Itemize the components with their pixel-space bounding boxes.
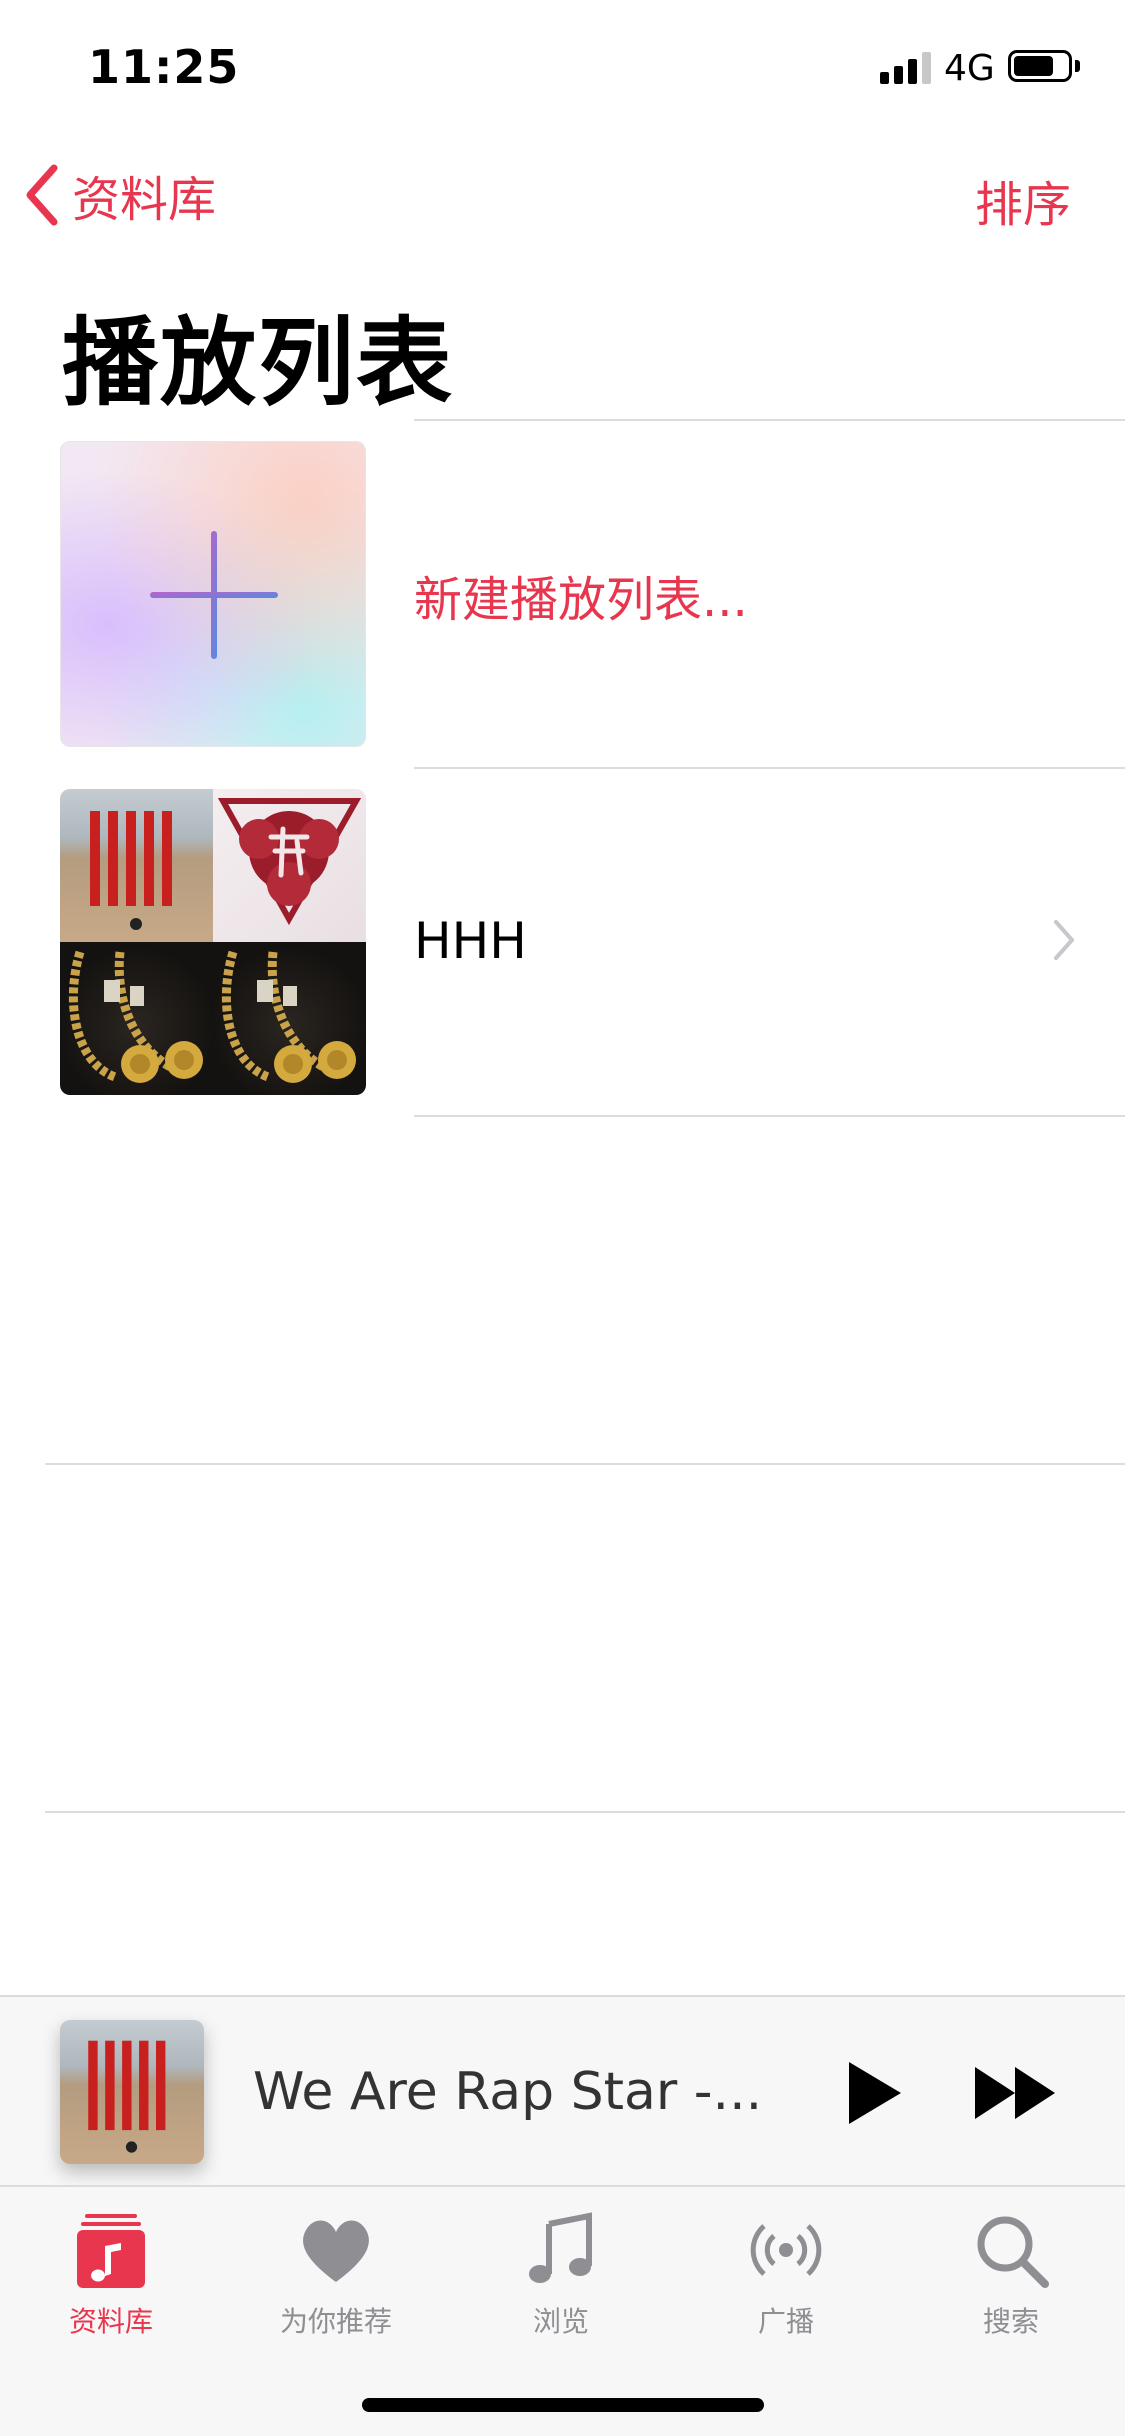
tab-radio[interactable]: 广播 <box>701 2210 871 2340</box>
tab-browse[interactable]: 浏览 <box>476 2210 646 2340</box>
play-icon <box>849 2062 901 2124</box>
album-art-beach <box>60 789 213 942</box>
battery-level <box>1014 56 1053 76</box>
tab-label: 广播 <box>757 2305 814 2338</box>
new-playlist-artwork <box>60 441 366 747</box>
cellular-signal-icon <box>880 50 932 84</box>
new-playlist-label: 新建播放列表... <box>414 572 748 628</box>
divider <box>45 1811 1125 1813</box>
battery-cap <box>1075 60 1080 72</box>
playlist-artwork <box>60 789 366 1095</box>
playlist-title: HHH <box>414 912 527 970</box>
tab-for-you[interactable]: 为你推荐 <box>251 2210 421 2340</box>
radio-icon <box>750 2224 822 2276</box>
tab-label: 资料库 <box>68 2305 153 2338</box>
status-time: 11:25 <box>88 40 240 94</box>
sort-button[interactable]: 排序 <box>975 165 1071 235</box>
tab-label: 搜索 <box>982 2305 1039 2338</box>
play-button[interactable] <box>845 2058 905 2128</box>
tab-label: 浏览 <box>532 2305 589 2338</box>
search-icon <box>977 2216 1049 2288</box>
skip-forward-button[interactable] <box>975 2065 1057 2121</box>
page-title: 播放列表 <box>62 307 454 419</box>
heart-icon <box>303 2220 369 2282</box>
divider <box>45 1463 1125 1465</box>
back-button[interactable]: 资料库 <box>22 160 216 230</box>
now-playing-artwork <box>60 2020 204 2164</box>
tab-label: 为你推荐 <box>279 2305 392 2338</box>
fast-forward-icon <box>975 2067 1055 2119</box>
back-label: 资料库 <box>72 172 217 228</box>
album-art-flower <box>213 789 366 942</box>
network-type: 4G <box>944 48 995 89</box>
tab-search[interactable]: 搜索 <box>926 2210 1096 2340</box>
library-icon <box>77 2214 145 2288</box>
chevron-left-icon <box>26 164 58 226</box>
chevron-right-icon <box>1054 920 1074 960</box>
now-playing-title: We Are Rap Star -... <box>253 2062 763 2122</box>
home-indicator <box>362 2398 764 2412</box>
battery-icon <box>1008 50 1072 82</box>
plus-icon <box>150 531 278 659</box>
album-art-gold-chain <box>213 942 366 1095</box>
music-note-icon <box>529 2212 592 2283</box>
album-art-gold-chain <box>60 942 213 1095</box>
tab-library[interactable]: 资料库 <box>26 2210 196 2340</box>
